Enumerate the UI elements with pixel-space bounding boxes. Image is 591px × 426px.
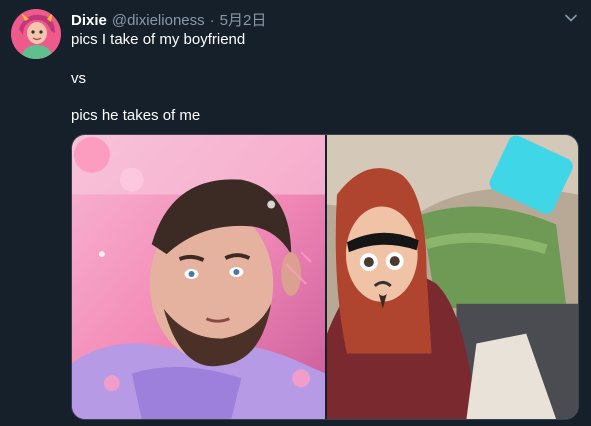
girlfriend-photo-image	[327, 135, 578, 419]
photo-boyfriend[interactable]	[72, 135, 327, 419]
author-name[interactable]: Dixie	[71, 12, 107, 29]
tweet-text-line-2: vs	[71, 70, 86, 87]
media-grid	[71, 134, 579, 420]
chevron-down-icon[interactable]	[563, 10, 579, 26]
tweet-text-line-1: pics I take of my boyfriend	[71, 31, 246, 48]
avatar[interactable]	[11, 9, 61, 59]
avatar-illustration	[11, 9, 61, 59]
boyfriend-photo-image	[72, 135, 325, 419]
author-handle[interactable]: @dixielioness	[112, 12, 205, 29]
separator-dot: ·	[209, 12, 215, 29]
tweet[interactable]: Dixie @dixielioness · 5月2日 pics I take o…	[0, 0, 591, 426]
tweet-header: Dixie @dixielioness · 5月2日	[71, 9, 591, 29]
tweet-text-line-3: pics he takes of me	[71, 107, 201, 124]
tweet-date[interactable]: 5月2日	[220, 9, 267, 30]
photo-girlfriend[interactable]	[327, 135, 578, 419]
